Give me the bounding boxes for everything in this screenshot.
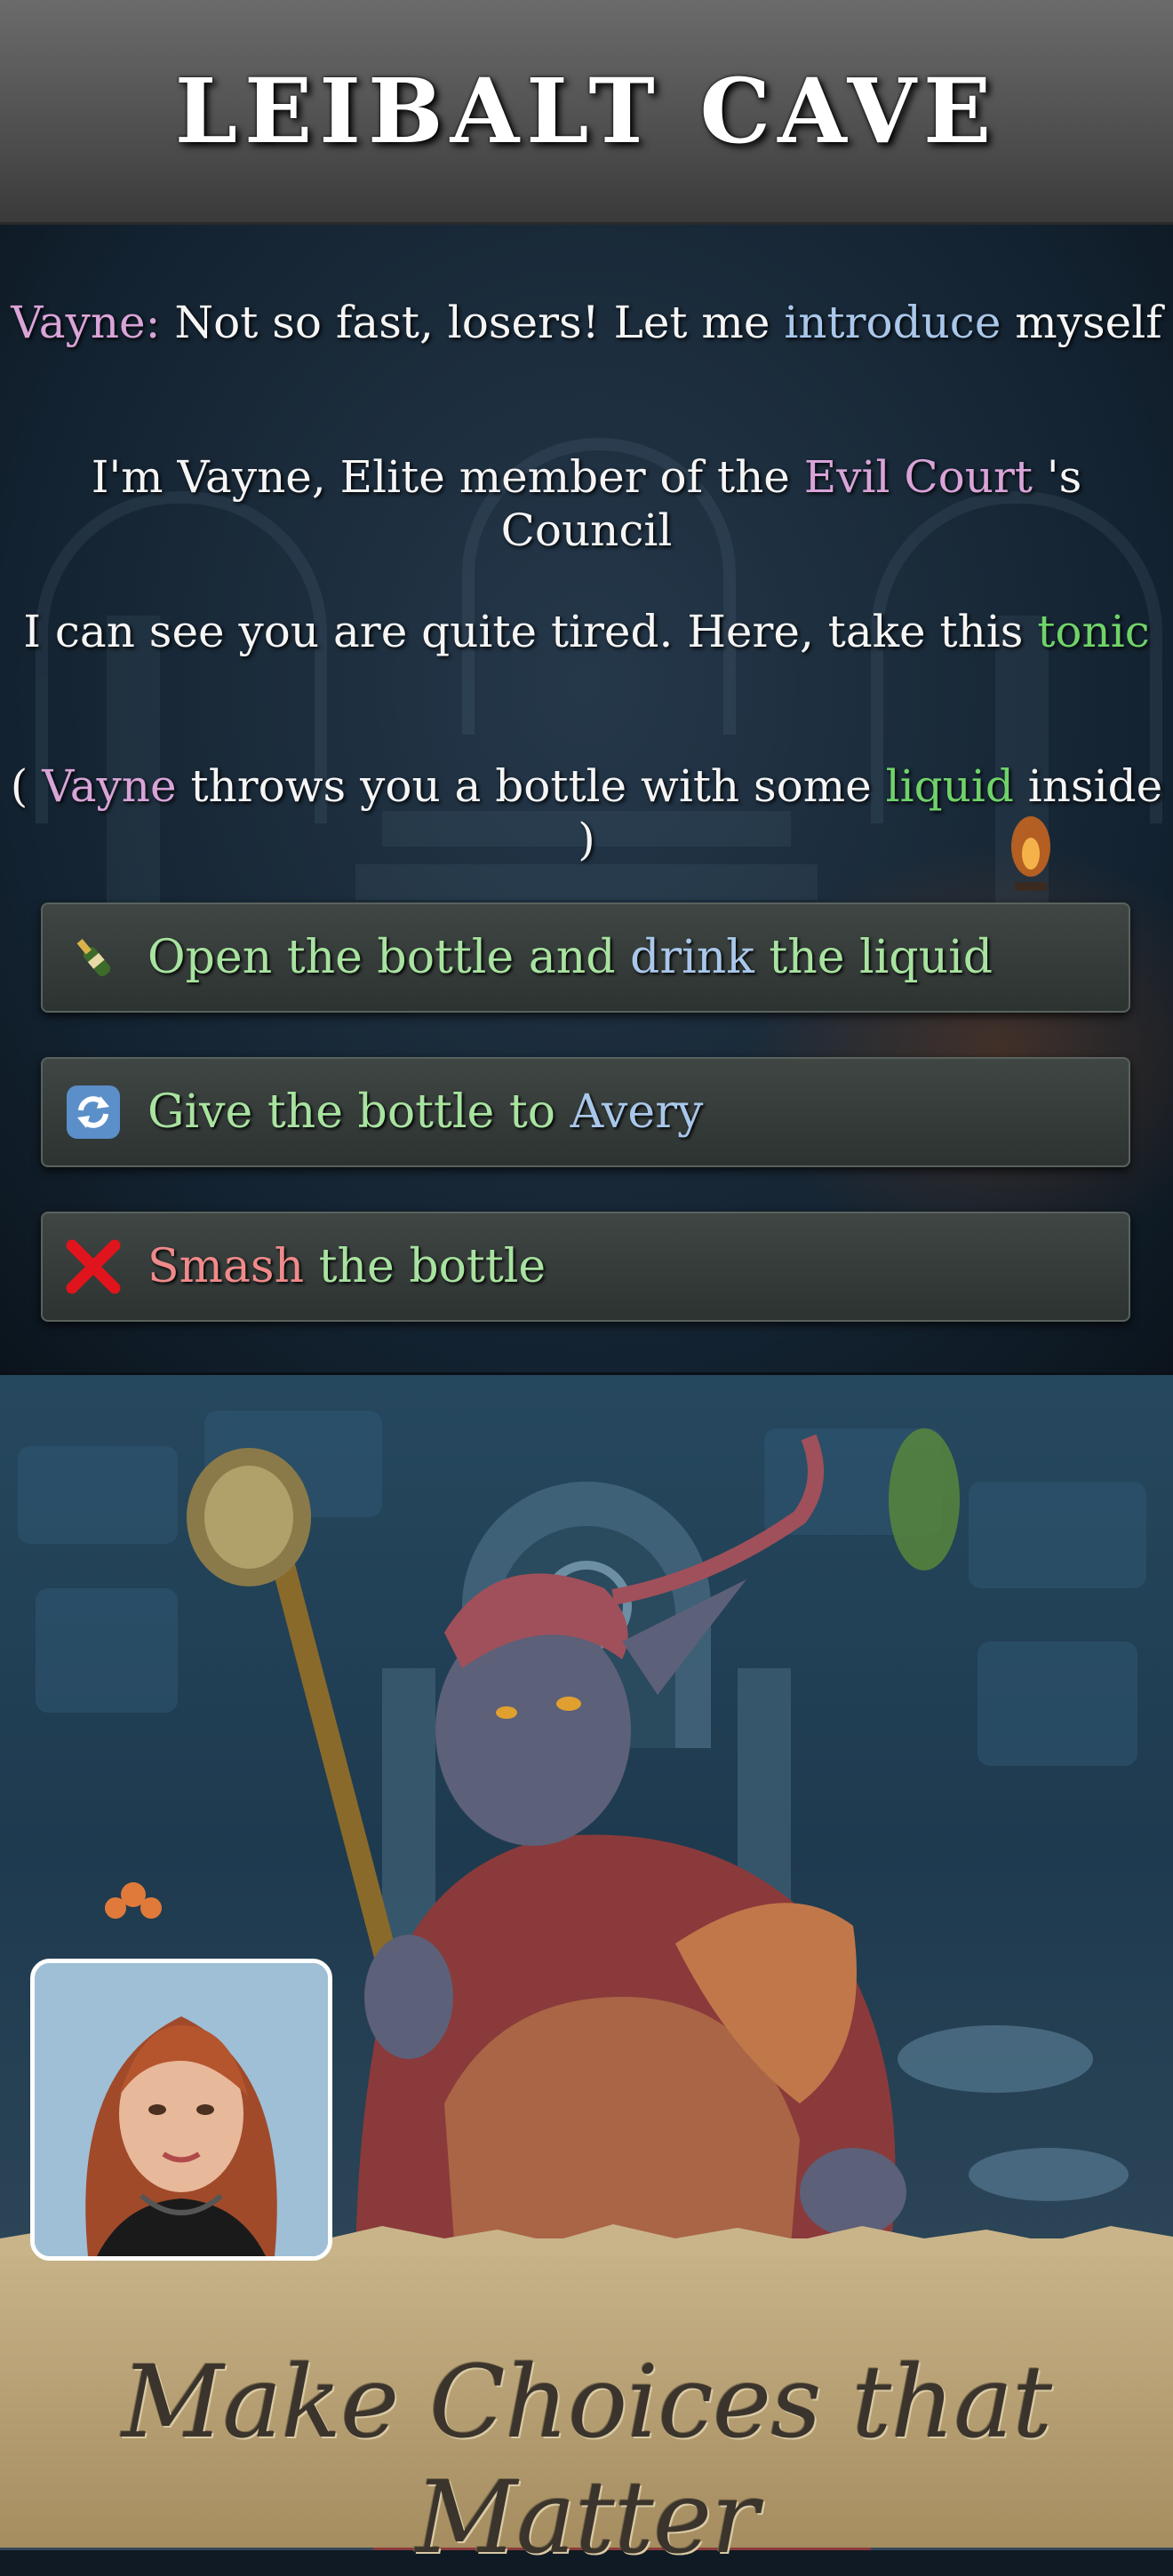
keyword: introduce — [784, 297, 1001, 348]
dialogue-text: myself — [1001, 297, 1162, 348]
background-stairs — [355, 864, 818, 900]
keyword: Smash — [148, 1240, 305, 1293]
speaker-name: Vayne: — [11, 297, 161, 348]
keyword: Avery — [570, 1085, 704, 1139]
choice-drink-button[interactable]: Open the bottle and drink the liquid — [41, 902, 1130, 1013]
champagne-bottle-icon — [62, 926, 124, 989]
location-title: LEIBALT CAVE — [174, 59, 999, 163]
choice-text: the liquid — [754, 931, 993, 984]
dialogue-panel: Vayne: Not so fast, losers! Let me intro… — [0, 225, 1173, 1372]
keyword: liquid — [885, 760, 1014, 812]
speaker-name: Vayne — [42, 760, 177, 812]
dialogue-text: Not so fast, losers! Let me — [160, 297, 785, 348]
red-cross-icon — [62, 1236, 124, 1298]
keyword: tonic — [1037, 606, 1150, 657]
dialogue-text: ( — [10, 760, 43, 812]
dialogue-text: throws you a bottle with some — [176, 760, 886, 812]
dialogue-line: Vayne: Not so fast, losers! Let me intro… — [0, 296, 1173, 349]
choice-text: Open the bottle and — [148, 931, 631, 984]
avatar-portrait — [35, 1963, 328, 2256]
player-avatar[interactable] — [30, 1959, 332, 2261]
keyword: Evil Court — [803, 451, 1033, 503]
refresh-arrows-icon — [62, 1081, 124, 1143]
dialogue-line: I can see you are quite tired. Here, tak… — [0, 605, 1173, 658]
choice-smash-button[interactable]: Smash the bottle — [41, 1212, 1130, 1322]
choice-give-avery-button[interactable]: Give the bottle to Avery — [41, 1057, 1130, 1167]
dialogue-text: I can see you are quite tired. Here, tak… — [23, 606, 1038, 657]
dialogue-text: I'm Vayne, Elite member of the — [91, 451, 804, 503]
torch-icon — [1011, 816, 1050, 891]
keyword: drink — [630, 931, 754, 984]
choice-text: the bottle — [304, 1240, 547, 1293]
location-header: LEIBALT CAVE — [0, 0, 1173, 225]
promo-tagline: Make Choices that Matter — [121, 2345, 1052, 2576]
choice-text: Give the bottle to — [148, 1085, 571, 1139]
dialogue-line: I'm Vayne, Elite member of the Evil Cour… — [0, 450, 1173, 557]
